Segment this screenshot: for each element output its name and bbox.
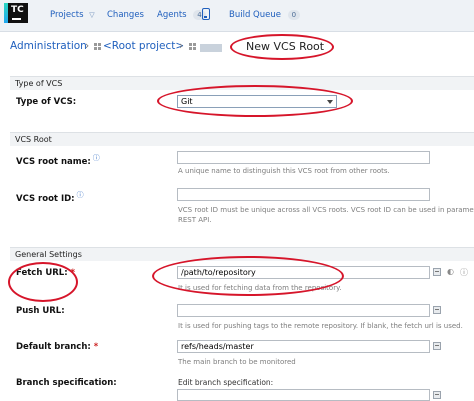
branch-specification-editor-label: Edit branch specification: bbox=[178, 378, 274, 387]
nav-projects-label: Projects bbox=[50, 10, 84, 20]
queue-count-badge: 0 bbox=[287, 10, 301, 20]
help-icon[interactable]: ⓘ bbox=[93, 154, 100, 162]
annotation-fetch-url-circle bbox=[152, 256, 344, 296]
nav-build-queue[interactable]: Build Queue 0 bbox=[229, 10, 301, 20]
default-branch-label: Default branch: * bbox=[16, 342, 98, 352]
nav-agents[interactable]: Agents 4 bbox=[157, 10, 206, 20]
vcs-root-name-label: VCS root name: ⓘ bbox=[16, 153, 100, 167]
logo-accent bbox=[4, 3, 8, 23]
breadcrumb-root-project[interactable]: <Root project> bbox=[103, 40, 184, 52]
teamcity-logo[interactable]: TC bbox=[4, 3, 28, 23]
agent-device-icon[interactable] bbox=[202, 8, 210, 20]
section-vcs-root: VCS Root bbox=[10, 132, 474, 146]
vcs-root-id-label: VCS root ID: ⓘ bbox=[16, 190, 84, 204]
default-branch-hint: The main branch to be monitored bbox=[178, 358, 296, 366]
branch-specification-input[interactable] bbox=[177, 389, 430, 401]
vcs-root-name-input[interactable] bbox=[177, 151, 430, 164]
annotation-vcs-type-circle bbox=[157, 85, 353, 117]
branch-specification-label: Branch specification: bbox=[16, 378, 117, 388]
breadcrumb-separator: › bbox=[85, 40, 90, 52]
annotation-title-circle bbox=[230, 34, 334, 60]
top-navigation-bar: TC Projects ▽ Changes Agents 4 Build Que… bbox=[0, 0, 474, 32]
vcs-root-name-label-text: VCS root name: bbox=[16, 156, 91, 167]
nav-projects[interactable]: Projects ▽ bbox=[50, 10, 95, 20]
required-marker: * bbox=[93, 342, 99, 352]
nav-build-queue-label: Build Queue bbox=[229, 10, 281, 20]
breadcrumb-separator: › bbox=[179, 40, 184, 52]
project-grid-icon bbox=[94, 43, 101, 50]
help-icon[interactable]: ⓘ bbox=[77, 191, 84, 199]
push-url-label: Push URL: bbox=[16, 306, 65, 316]
github-icon[interactable]: ◐ bbox=[447, 267, 454, 276]
push-url-expand-button[interactable] bbox=[433, 306, 441, 314]
type-of-vcs-label: Type of VCS: bbox=[16, 97, 77, 107]
logo-text: TC bbox=[11, 5, 24, 15]
default-branch-label-text: Default branch: bbox=[16, 342, 91, 352]
chevron-down-icon[interactable]: ▽ bbox=[89, 11, 94, 19]
vcs-root-name-hint: A unique name to distinguish this VCS ro… bbox=[178, 167, 390, 175]
push-url-input[interactable] bbox=[177, 304, 430, 317]
logo-underline bbox=[12, 18, 21, 20]
default-branch-expand-button[interactable] bbox=[433, 342, 441, 350]
project-grid-icon bbox=[189, 43, 196, 50]
nav-agents-label: Agents bbox=[157, 10, 187, 20]
breadcrumb-administration[interactable]: Administration bbox=[10, 40, 87, 52]
vcs-root-id-hint-line2: REST API. bbox=[178, 216, 212, 224]
branch-specification-expand-button[interactable] bbox=[433, 391, 441, 399]
vcs-root-id-hint-line1: VCS root ID must be unique across all VC… bbox=[178, 206, 474, 214]
breadcrumb-redacted-project[interactable] bbox=[200, 44, 222, 52]
help-icon[interactable]: ⓘ bbox=[460, 267, 468, 278]
vcs-root-id-input[interactable] bbox=[177, 188, 430, 201]
nav-changes[interactable]: Changes bbox=[107, 10, 144, 20]
fetch-url-expand-button[interactable] bbox=[433, 268, 441, 276]
push-url-hint: It is used for pushing tags to the remot… bbox=[178, 322, 463, 330]
default-branch-input[interactable] bbox=[177, 340, 430, 353]
annotation-fetch-label-circle bbox=[8, 262, 78, 302]
vcs-root-id-label-text: VCS root ID: bbox=[16, 193, 75, 204]
